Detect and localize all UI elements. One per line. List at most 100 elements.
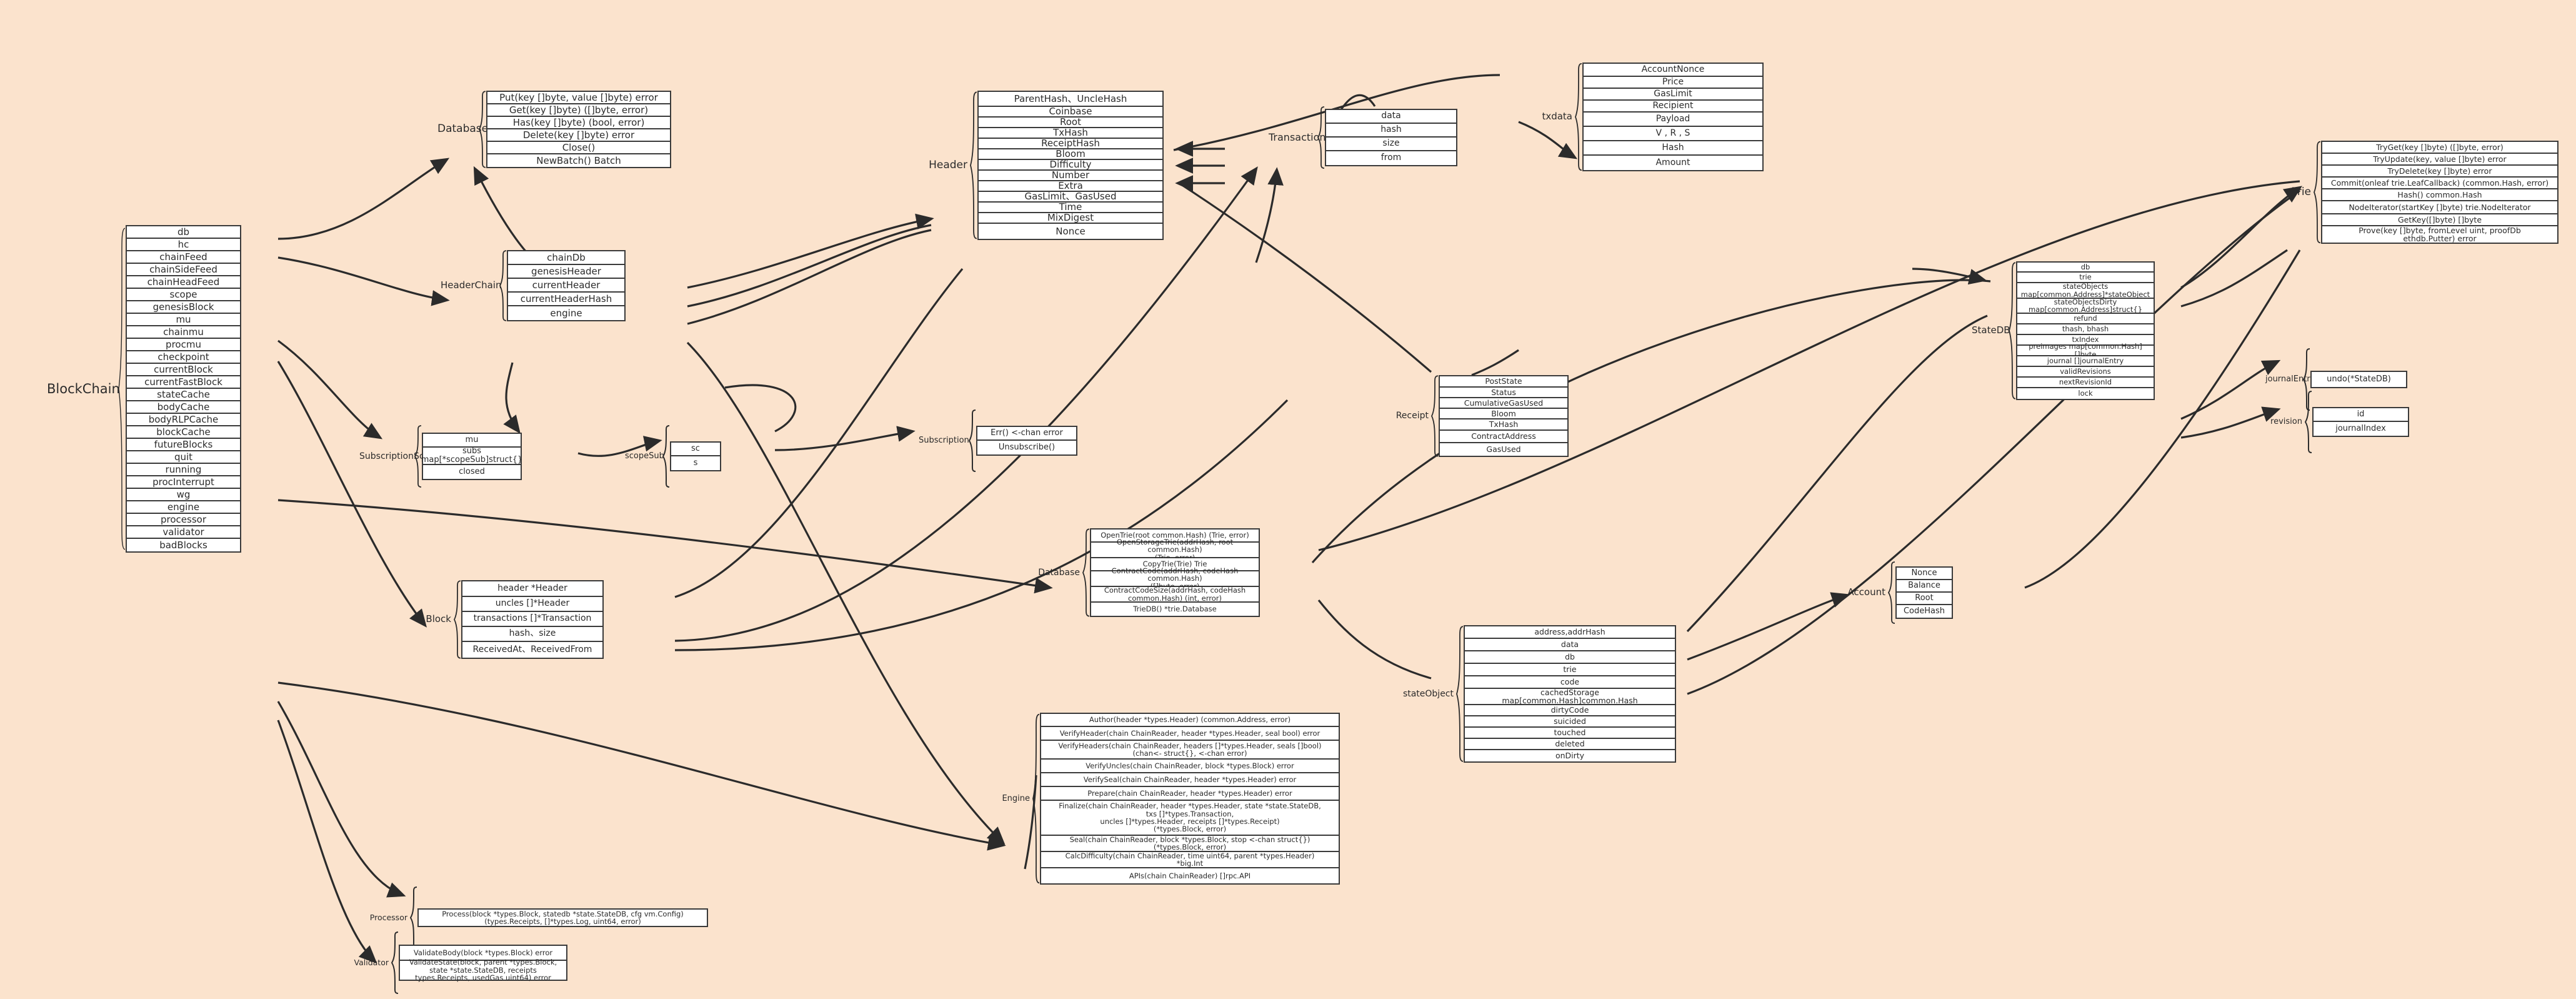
node-scopesub: scopeSub sc s [625, 425, 781, 488]
node-label-stateobject: stateObject [1402, 688, 1454, 699]
row-item: Author(header *types.Header) (common.Add… [1041, 714, 1339, 727]
row-item: address,addrHash [1465, 626, 1675, 639]
row-item: s [671, 456, 720, 470]
brace-subscription [969, 409, 976, 472]
node-label-headerchain: HeaderChain [441, 279, 502, 291]
diagram-canvas: BlockChain db hc chainFeed chainSideFeed… [0, 0, 2576, 999]
row-item: cachedStorage map[common.Hash]common.Has… [1465, 688, 1675, 705]
row-item: checkpoint [127, 351, 240, 364]
rows-receipt: PostState Status CumulativeGasUsed Bloom… [1439, 375, 1569, 457]
row-item: bodyCache [127, 401, 240, 414]
row-item: ReceivedAt、ReceivedFrom [462, 642, 602, 658]
brace-statedb [2009, 261, 2016, 400]
row-item: Nonce [1897, 568, 1952, 580]
node-label-subscriptionscope: SubscriptionScope [359, 451, 441, 461]
rows-database-ethdb: Put(key []byte, value []byte) error Get(… [486, 91, 671, 168]
row-item: chainmu [127, 326, 240, 339]
node-label-transaction: Transaction [1269, 131, 1326, 143]
row-item: Amount [1584, 156, 1762, 170]
row-item: GasUsed [1440, 443, 1567, 456]
rows-header: ParentHash、UncleHash Coinbase Root TxHas… [977, 91, 1164, 240]
rows-subscription: Err() <-chan error Unsubscribe() [976, 426, 1077, 456]
brace-revision [2305, 391, 2312, 453]
row-item: journalIndex [2314, 422, 2408, 436]
node-label-statedb: StateDB [1972, 324, 2010, 336]
row-item: wg [127, 489, 240, 501]
brace-transaction [1317, 106, 1325, 169]
row-item: ContractCodeSize(addrHash, codeHash comm… [1091, 586, 1259, 603]
rows-database-state: OpenTrie(root common.Hash) (Trie, error)… [1090, 528, 1260, 617]
row-item: engine [508, 306, 624, 320]
row-item: GetKey([]byte) []byte [2322, 214, 2557, 226]
row-item: Hash [1584, 141, 1762, 156]
node-transaction: Transaction data hash size from [1269, 106, 1519, 169]
row-item: Hash() common.Hash [2322, 189, 2557, 201]
row-item: thash, bhash [2017, 324, 2154, 335]
row-item: db [127, 226, 240, 239]
rows-blockchain: db hc chainFeed chainSideFeed chainHeadF… [126, 225, 241, 553]
row-item: VerifyHeaders(chain ChainReader, headers… [1041, 741, 1339, 760]
row-item: chainSideFeed [127, 264, 240, 276]
rows-engine: Author(header *types.Header) (common.Add… [1040, 713, 1340, 885]
node-label-scopesub: scopeSub [625, 451, 664, 461]
row-item: chainDb [508, 251, 624, 265]
row-item: currentHeaderHash [508, 293, 624, 306]
row-item: db [2017, 263, 2154, 273]
row-item: db [1465, 651, 1675, 664]
row-item: hash、size [462, 627, 602, 642]
row-item: badBlocks [127, 539, 240, 551]
row-item: processor [127, 514, 240, 526]
row-item: Put(key []byte, value []byte) error [487, 92, 670, 104]
node-statedb: StateDB db trie stateObjects map[common.… [1972, 261, 2178, 400]
brace-stateobject [1456, 625, 1464, 763]
node-label-account: Account [1847, 586, 1885, 598]
brace-trie [2314, 141, 2321, 244]
row-item: ContractAddress [1440, 431, 1567, 443]
rows-scopesub: sc s [670, 441, 721, 471]
row-item: stateObjectsDirty map[common.Address]str… [2017, 298, 2154, 314]
node-engine: Engine Author(header *types.Header) (com… [1000, 713, 1369, 885]
row-item: Prepare(chain ChainReader, header *types… [1041, 787, 1339, 801]
brace-scopesub [662, 425, 670, 488]
row-item: TryGet(key []byte) ([]byte, error) [2322, 142, 2557, 154]
row-item: PostState [1440, 376, 1567, 388]
row-item: futureBlocks [127, 439, 240, 451]
rows-statedb: db trie stateObjects map[common.Address]… [2016, 261, 2155, 400]
brace-blockchain [118, 225, 126, 553]
node-txdata: txdata AccountNonce Price GasLimit Recip… [1537, 63, 1800, 171]
node-label-revision: revision [2270, 417, 2302, 427]
row-item: Root [1897, 593, 1952, 605]
row-item: OpenStorageTrie(addrHash, root common.Ha… [1091, 538, 1259, 561]
node-label-validator: Validator [354, 958, 389, 968]
node-block: Block header *Header uncles []*Header tr… [419, 580, 675, 659]
row-item: procmu [127, 339, 240, 351]
row-item: procInterrupt [127, 476, 240, 489]
rows-processor: Process(block *types.Block, statedb *sta… [417, 908, 708, 927]
row-item: APIs(chain ChainReader) []rpc.API [1041, 868, 1339, 883]
node-receipt: Receipt PostState Status CumulativeGasUs… [1394, 375, 1619, 457]
brace-validator [391, 931, 399, 994]
row-item: from [1326, 151, 1456, 165]
node-headerchain: HeaderChain chainDb genesisHeader curren… [441, 250, 694, 321]
rows-validator: ValidateBody(block *types.Block) error V… [399, 945, 567, 981]
row-item: currentFastBlock [127, 376, 240, 389]
node-header: Header ParentHash、UncleHash Coinbase Roo… [925, 91, 1175, 240]
row-item: quit [127, 451, 240, 464]
row-item: lock [2017, 388, 2154, 399]
row-item: touched [1465, 728, 1675, 739]
brace-receipt [1431, 375, 1439, 457]
row-item: running [127, 464, 240, 476]
rows-block: header *Header uncles []*Header transact… [461, 580, 604, 659]
row-item: Delete(key []byte) error [487, 129, 670, 142]
row-item: engine [127, 501, 240, 514]
row-item: Payload [1584, 113, 1762, 127]
row-item: data [1465, 639, 1675, 651]
row-item: blockCache [127, 426, 240, 439]
rows-stateobject: address,addrHash data db trie code cache… [1464, 625, 1676, 763]
row-item: stateCache [127, 389, 240, 401]
node-label-journalentry: journalEntry [2265, 374, 2315, 384]
row-item: mu [423, 434, 521, 448]
node-subscription: Subscription Err() <-chan error Unsubscr… [919, 409, 1081, 472]
brace-header [970, 91, 977, 240]
row-item: Close() [487, 142, 670, 154]
